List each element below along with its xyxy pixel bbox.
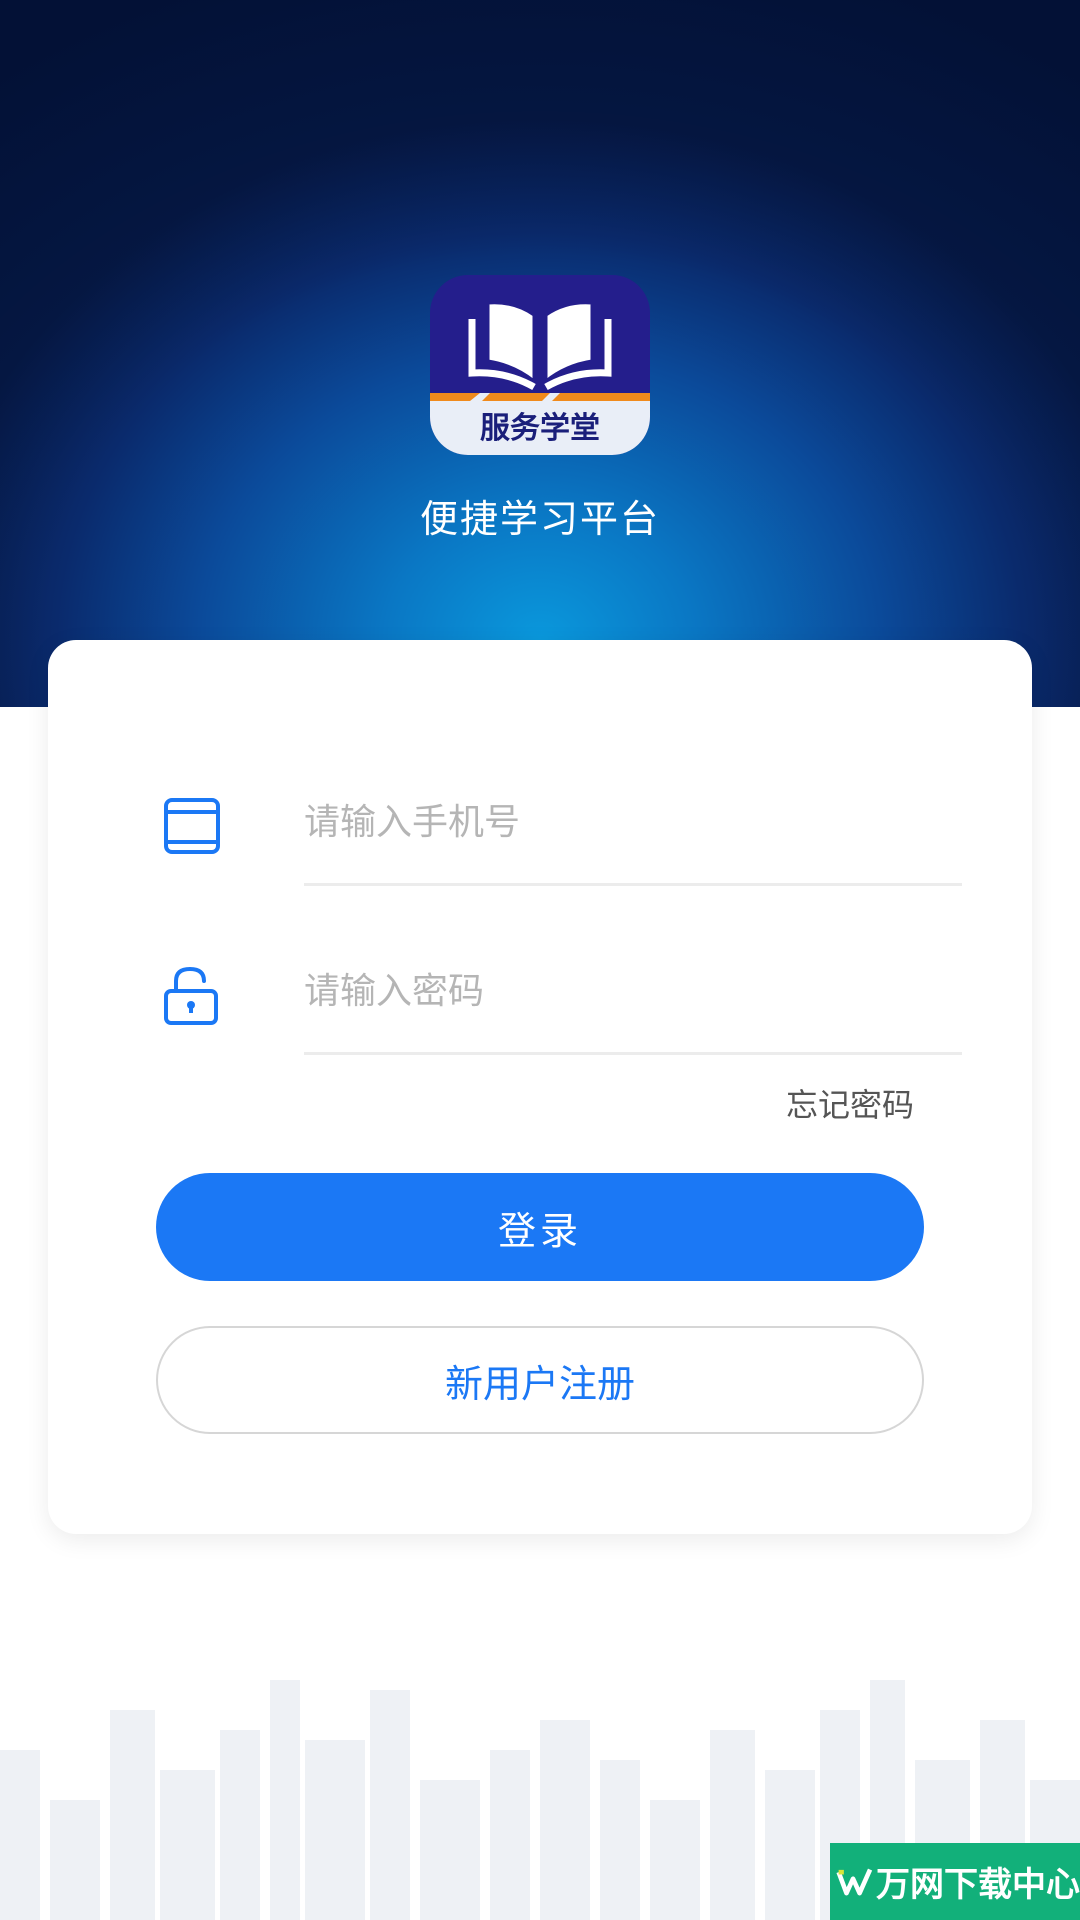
logo-text: 服务学堂	[480, 411, 600, 446]
password-input[interactable]	[304, 961, 904, 1021]
unlock-icon	[164, 966, 218, 1025]
app-logo: 服务学堂	[430, 275, 650, 455]
forgot-password-link[interactable]: 忘记密码	[786, 1080, 914, 1126]
tablet-icon	[164, 798, 220, 854]
password-field	[156, 935, 962, 1055]
phone-field	[156, 766, 962, 886]
password-underline	[304, 1052, 962, 1055]
login-card: 忘记密码 登录 新用户注册	[48, 640, 1032, 1534]
watermark-text: 万网下载中心	[876, 1865, 1080, 1905]
tagline: 便捷学习平台	[419, 497, 660, 541]
watermark-badge: 万网下载中心	[830, 1843, 1080, 1920]
header-banner: 服务学堂 便捷学习平台	[0, 0, 1080, 707]
login-button[interactable]: 登录	[156, 1173, 924, 1281]
phone-input[interactable]	[304, 792, 904, 852]
login-page: 服务学堂 便捷学习平台 请输入手机号 忘记密码 登录 新用户注册 万网下载中心	[0, 0, 1080, 1920]
register-button[interactable]: 新用户注册	[156, 1326, 924, 1434]
phone-underline	[304, 883, 962, 886]
w-logo-icon	[836, 1868, 873, 1895]
